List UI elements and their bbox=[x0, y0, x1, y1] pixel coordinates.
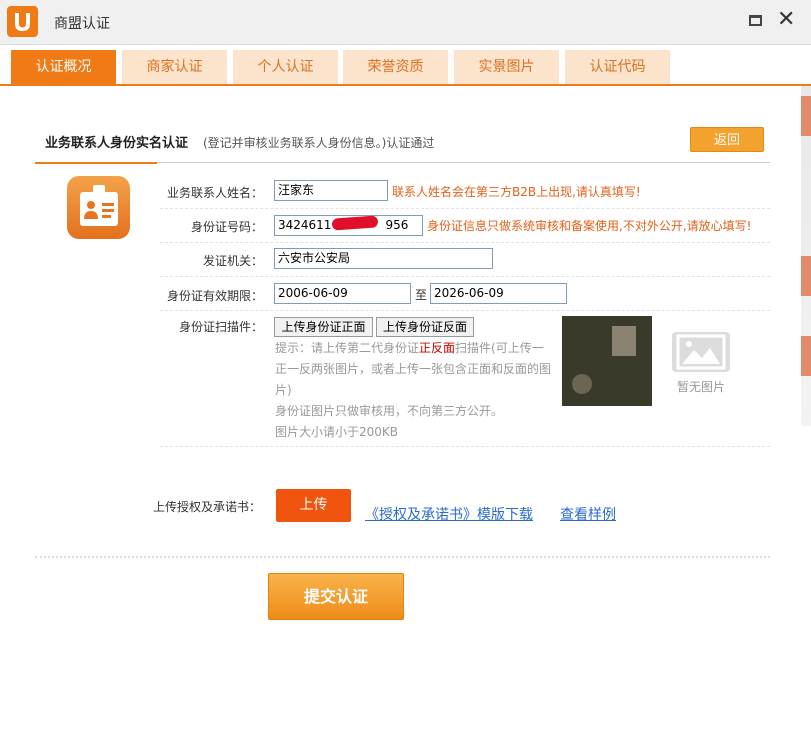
id-card-thumbnail[interactable] bbox=[562, 316, 652, 406]
upload-tip: 提示：请上传第二代身份证正反面扫描件(可上传一 正一反两张图片，或者上传一张包含… bbox=[275, 341, 552, 439]
section-divider-accent bbox=[35, 162, 157, 164]
upload-back-button[interactable]: 上传身份证反面 bbox=[376, 317, 474, 337]
bottom-divider bbox=[35, 556, 770, 558]
no-image-label: 暂无图片 bbox=[676, 380, 725, 394]
tab-photos[interactable]: 实景图片 bbox=[454, 50, 559, 84]
window-title: 商盟认证 bbox=[54, 16, 110, 32]
name-input[interactable]: 汪家东 bbox=[274, 180, 388, 201]
app-logo-icon bbox=[7, 6, 38, 37]
submit-button[interactable]: 提交认证 bbox=[268, 573, 404, 620]
id-number-suffix: 956 bbox=[385, 218, 409, 232]
id-card-icon-body bbox=[80, 192, 118, 226]
name-label: 业务联系人姓名： bbox=[166, 186, 263, 200]
template-download-link[interactable]: 《授权及承诺书》模版下载 bbox=[365, 504, 533, 524]
validity-from-input[interactable]: 2006-06-09 bbox=[274, 283, 411, 304]
row-divider bbox=[160, 208, 770, 209]
id-number-label: 身份证号码： bbox=[190, 220, 263, 234]
scan-label: 身份证扫描件： bbox=[178, 320, 263, 334]
title-bar bbox=[0, 0, 811, 45]
tab-underline bbox=[0, 84, 811, 86]
tab-code[interactable]: 认证代码 bbox=[565, 50, 670, 84]
tab-merchant[interactable]: 商家认证 bbox=[122, 50, 227, 84]
validity-separator: 至 bbox=[415, 288, 428, 302]
id-card-icon-clip bbox=[93, 185, 105, 194]
upload-front-button[interactable]: 上传身份证正面 bbox=[274, 317, 373, 337]
row-divider bbox=[160, 242, 770, 243]
authorization-label: 上传授权及承诺书： bbox=[153, 500, 262, 514]
id-number-hint: 身份证信息只做系统审核和备案使用,不对外公开,请放心填写! bbox=[427, 219, 752, 233]
upload-authorization-button[interactable]: 上传 bbox=[276, 489, 351, 522]
close-button[interactable]: ✕ bbox=[777, 9, 795, 31]
no-image-icon bbox=[672, 332, 730, 372]
row-divider bbox=[160, 310, 770, 311]
authority-label: 发证机关： bbox=[202, 254, 263, 268]
background-window-edge bbox=[801, 86, 811, 426]
authority-input[interactable]: 六安市公安局 bbox=[274, 248, 493, 269]
tab-personal[interactable]: 个人认证 bbox=[233, 50, 338, 84]
maximize-button[interactable] bbox=[749, 15, 762, 26]
view-sample-link[interactable]: 查看样例 bbox=[560, 504, 616, 524]
section-title: 业务联系人身份实名认证 bbox=[45, 136, 189, 151]
row-divider bbox=[160, 276, 770, 277]
section-subtitle: (登记并审核业务联系人身份信息。)认证通过 bbox=[203, 136, 435, 150]
back-button[interactable]: 返回 bbox=[690, 127, 764, 152]
name-hint: 联系人姓名会在第三方B2B上出现,请认真填写! bbox=[392, 185, 641, 199]
validity-to-input[interactable]: 2026-06-09 bbox=[430, 283, 567, 304]
row-divider bbox=[160, 446, 770, 447]
id-number-prefix: 3424611 bbox=[278, 218, 332, 232]
tab-honors[interactable]: 荣誉资质 bbox=[343, 50, 448, 84]
validity-label: 身份证有效期限： bbox=[166, 289, 263, 303]
tip-highlight: 正反面 bbox=[419, 341, 456, 355]
tab-overview[interactable]: 认证概况 bbox=[11, 50, 116, 84]
